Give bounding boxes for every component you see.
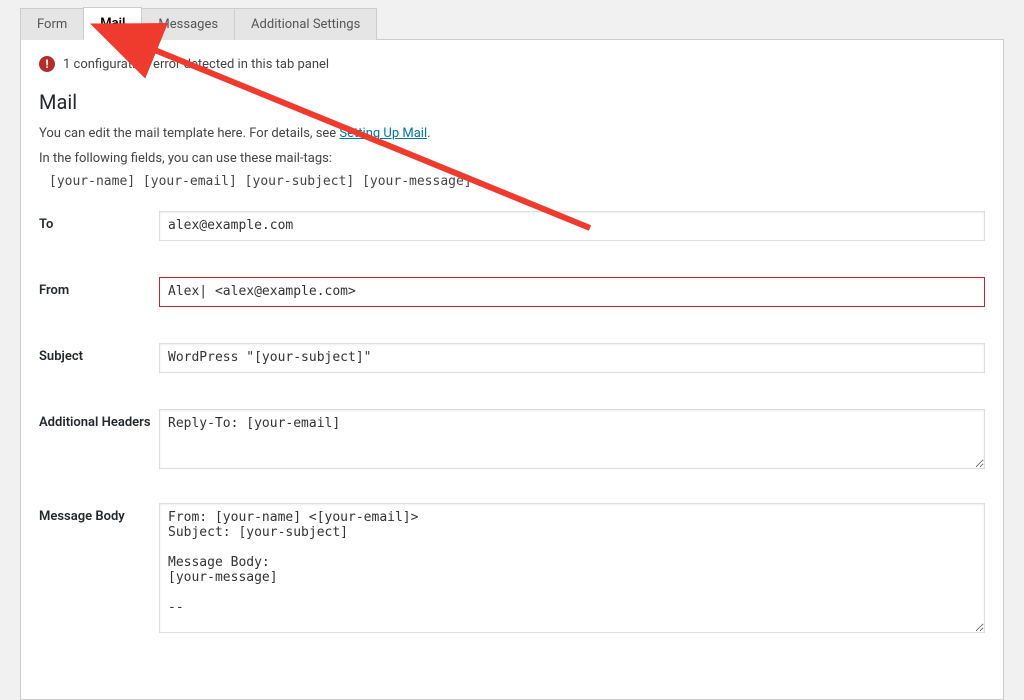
additional-headers-input[interactable] [159, 409, 985, 469]
from-input[interactable] [159, 277, 985, 307]
tab-messages[interactable]: Messages [141, 8, 235, 40]
label-from: From [39, 277, 159, 298]
tab-mail[interactable]: Mail [83, 7, 142, 40]
mail-panel: ! 1 configuration error detected in this… [20, 40, 1004, 700]
label-to: To [39, 211, 159, 232]
to-input[interactable] [159, 211, 985, 241]
row-additional-headers: Additional Headers [39, 409, 985, 473]
config-error-text: 1 configuration error detected in this t… [63, 57, 329, 72]
setting-up-mail-link[interactable]: Setting Up Mail [339, 126, 427, 141]
tab-form[interactable]: Form [20, 8, 84, 40]
intro-line-1: You can edit the mail template here. For… [39, 124, 985, 145]
config-error-notice: ! 1 configuration error detected in this… [39, 56, 985, 72]
row-subject: Subject [39, 343, 985, 373]
row-from: From [39, 277, 985, 307]
label-subject: Subject [39, 343, 159, 364]
row-message-body: Message Body [39, 503, 985, 637]
intro-prefix: You can edit the mail template here. For… [39, 126, 339, 141]
error-icon: ! [39, 56, 55, 72]
subject-input[interactable] [159, 343, 985, 373]
label-additional-headers: Additional Headers [39, 409, 159, 430]
label-message-body: Message Body [39, 503, 159, 524]
section-title: Mail [39, 90, 985, 114]
tabs-nav: Form Mail Messages Additional Settings [20, 6, 1004, 40]
intro-line-2: In the following fields, you can use the… [39, 149, 985, 170]
message-body-input[interactable] [159, 503, 985, 633]
mail-tags: [your-name] [your-email] [your-subject] … [49, 174, 985, 189]
row-to: To [39, 211, 985, 241]
tab-additional-settings[interactable]: Additional Settings [234, 8, 377, 40]
intro-suffix: . [427, 126, 430, 141]
